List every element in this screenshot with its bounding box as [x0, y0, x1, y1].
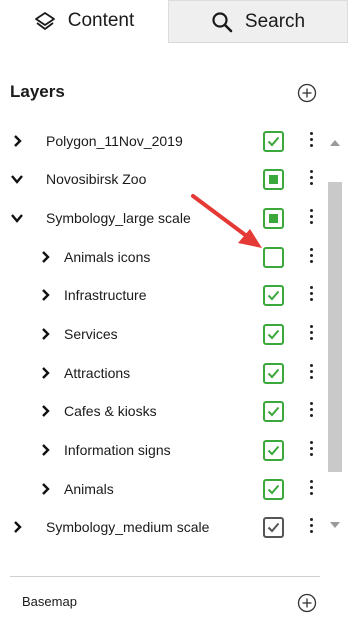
layer-row[interactable]: Services: [0, 315, 326, 353]
chevron-right-icon[interactable]: [38, 443, 52, 457]
more-options-icon[interactable]: [306, 362, 316, 384]
tab-search-label: Search: [244, 10, 306, 32]
scroll-thumb[interactable]: [328, 182, 342, 472]
visibility-checkbox[interactable]: [263, 168, 284, 190]
layer-row[interactable]: Information signs: [0, 431, 326, 469]
panel-tabs: Content Search: [0, 0, 358, 44]
layers-icon: [34, 12, 55, 30]
visibility-checkbox[interactable]: [263, 439, 284, 461]
chevron-right-icon[interactable]: [38, 366, 52, 380]
chevron-right-icon[interactable]: [38, 404, 52, 418]
chevron-right-icon[interactable]: [38, 482, 52, 496]
check-icon: [267, 329, 280, 339]
layer-row[interactable]: Novosibirsk Zoo: [0, 160, 326, 198]
visibility-checkbox[interactable]: [263, 207, 284, 229]
visibility-checkbox[interactable]: [263, 478, 284, 500]
layer-row[interactable]: Symbology_large scale: [0, 199, 326, 237]
layer-row[interactable]: Animals icons: [0, 238, 326, 276]
more-options-icon[interactable]: [306, 246, 316, 268]
more-options-icon[interactable]: [306, 323, 316, 345]
chevron-right-icon[interactable]: [10, 520, 24, 534]
chevron-right-icon[interactable]: [10, 134, 24, 148]
check-icon: [267, 290, 280, 300]
more-options-icon[interactable]: [306, 478, 316, 500]
partial-check-icon: [269, 174, 278, 184]
layer-tree: Polygon_11Nov_2019 Novosibirsk Zoo Symbolo…: [0, 124, 326, 550]
scroll-up-arrow[interactable]: [330, 140, 340, 146]
layers-heading: Layers: [10, 82, 65, 101]
chevron-down-icon[interactable]: [10, 172, 24, 186]
add-basemap-button[interactable]: [296, 592, 318, 614]
check-icon: [267, 136, 280, 146]
basemap-label: Basemap: [22, 594, 77, 609]
chevron-right-icon[interactable]: [38, 250, 52, 264]
layer-label: Novosibirsk Zoo: [46, 171, 147, 187]
layer-label: Cafes & kiosks: [64, 403, 157, 419]
check-icon: [267, 445, 280, 455]
check-icon: [267, 522, 280, 532]
layer-label: Infrastructure: [64, 287, 147, 303]
visibility-checkbox[interactable]: [263, 323, 284, 345]
plus-circle-icon: [297, 83, 317, 103]
chevron-right-icon[interactable]: [38, 327, 52, 341]
visibility-checkbox[interactable]: [263, 516, 284, 538]
layer-label: Information signs: [64, 442, 171, 458]
layer-row[interactable]: Polygon_11Nov_2019: [0, 124, 326, 160]
visibility-checkbox[interactable]: [263, 246, 284, 268]
plus-circle-icon: [297, 593, 317, 613]
layer-row[interactable]: Animals: [0, 470, 326, 508]
tab-divider: [168, 42, 348, 43]
visibility-checkbox[interactable]: [263, 400, 284, 422]
layer-label: Polygon_11Nov_2019: [46, 133, 183, 149]
more-options-icon[interactable]: [306, 284, 316, 306]
check-icon: [267, 484, 280, 494]
add-layer-button[interactable]: [296, 82, 318, 104]
layer-label: Symbology_medium scale: [46, 519, 210, 535]
layer-row[interactable]: Attractions: [0, 354, 326, 392]
search-icon: [212, 11, 233, 32]
more-options-icon[interactable]: [306, 207, 316, 229]
layer-label: Animals icons: [64, 249, 151, 265]
visibility-checkbox[interactable]: [263, 130, 284, 152]
chevron-down-icon[interactable]: [10, 211, 24, 225]
layer-row[interactable]: Infrastructure: [0, 276, 326, 314]
layer-label: Animals: [64, 481, 114, 497]
check-icon: [267, 406, 280, 416]
more-options-icon[interactable]: [306, 516, 316, 538]
section-divider: [10, 576, 320, 577]
layer-label: Symbology_large scale: [46, 210, 191, 226]
tab-content-label: Content: [67, 10, 135, 31]
scroll-down-arrow[interactable]: [330, 522, 340, 528]
visibility-checkbox[interactable]: [263, 284, 284, 306]
more-options-icon[interactable]: [306, 168, 316, 190]
check-icon: [267, 368, 280, 378]
tab-content[interactable]: Content: [0, 0, 168, 42]
layer-row[interactable]: Cafes & kiosks: [0, 392, 326, 430]
more-options-icon[interactable]: [306, 400, 316, 422]
chevron-right-icon[interactable]: [38, 288, 52, 302]
more-options-icon[interactable]: [306, 439, 316, 461]
more-options-icon[interactable]: [306, 130, 316, 152]
visibility-checkbox[interactable]: [263, 362, 284, 384]
partial-check-icon: [269, 213, 278, 223]
tree-scrollbar[interactable]: [326, 124, 344, 550]
tab-search[interactable]: Search: [168, 0, 348, 42]
layer-row[interactable]: Symbology_medium scale: [0, 508, 326, 546]
layer-label: Attractions: [64, 365, 131, 381]
layer-label: Services: [64, 326, 118, 342]
